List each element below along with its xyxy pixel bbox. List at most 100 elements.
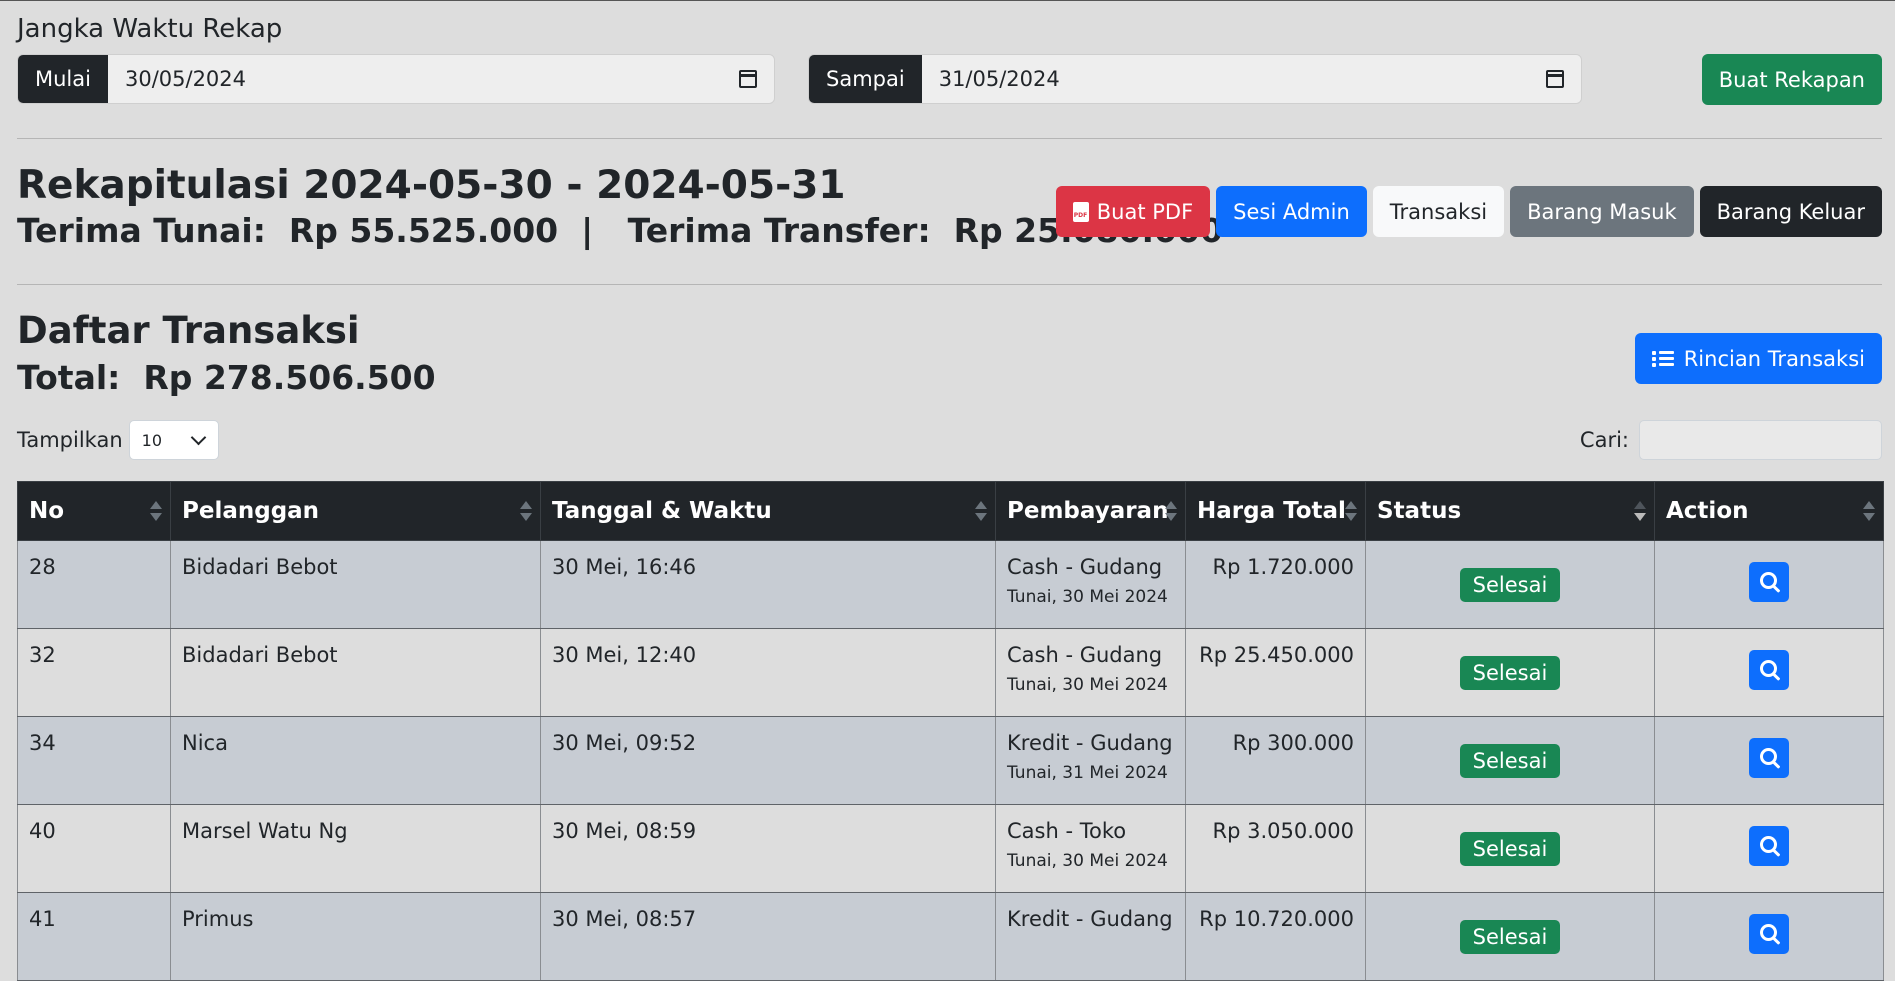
cell-waktu: 30 Mei, 12:40 xyxy=(540,628,996,717)
view-detail-button[interactable] xyxy=(1749,914,1789,954)
cell-waktu: 30 Mei, 08:57 xyxy=(540,892,996,981)
end-date-label: Sampai xyxy=(809,55,922,103)
column-header-status[interactable]: Status xyxy=(1365,481,1655,541)
cell-status: Selesai xyxy=(1365,628,1655,717)
cell-pelanggan: Bidadari Bebot xyxy=(170,540,541,629)
view-detail-button[interactable] xyxy=(1749,562,1789,602)
search-input[interactable] xyxy=(1639,420,1882,460)
rincian-transaksi-button[interactable]: Rincian Transaksi xyxy=(1634,333,1882,384)
page-size-value: 10 xyxy=(141,430,163,450)
end-date-value: 31/05/2024 xyxy=(938,67,1060,91)
column-header-action[interactable]: Action xyxy=(1654,481,1884,541)
cell-harga: Rp 300.000 xyxy=(1185,716,1366,805)
sesi-admin-button[interactable]: Sesi Admin xyxy=(1216,186,1367,237)
cell-status: Selesai xyxy=(1365,892,1655,981)
cell-pelanggan: Nica xyxy=(170,716,541,805)
cell-action xyxy=(1654,892,1884,981)
status-badge: Selesai xyxy=(1459,831,1561,866)
search-icon xyxy=(1760,572,1777,589)
calendar-icon[interactable] xyxy=(739,70,757,88)
start-date-group: Mulai 30/05/2024 xyxy=(17,54,775,104)
cell-waktu: 30 Mei, 09:52 xyxy=(540,716,996,805)
cell-no: 32 xyxy=(17,628,171,717)
cell-pelanggan: Primus xyxy=(170,892,541,981)
cell-pembayaran: Cash - Gudang Tunai, 30 Mei 2024 xyxy=(995,628,1186,717)
start-date-label: Mulai xyxy=(18,55,108,103)
page-size-select[interactable]: 10 xyxy=(128,420,219,460)
column-header-pelanggan[interactable]: Pelanggan xyxy=(170,481,541,541)
table-row: 40 Marsel Watu Ng 30 Mei, 08:59 Cash - T… xyxy=(17,804,1884,893)
end-date-group: Sampai 31/05/2024 xyxy=(808,54,1582,104)
range-title: Jangka Waktu Rekap xyxy=(17,14,283,44)
cell-action xyxy=(1654,804,1884,893)
sort-icon xyxy=(1165,501,1177,521)
cell-waktu: 30 Mei, 16:46 xyxy=(540,540,996,629)
cari-label: Cari: xyxy=(1579,428,1629,452)
rekap-actions: PDF Buat PDF Sesi Admin Transaksi Barang… xyxy=(1055,186,1882,237)
start-date-input[interactable]: 30/05/2024 xyxy=(107,55,774,103)
end-date-input[interactable]: 31/05/2024 xyxy=(921,55,1581,103)
rincian-transaksi-label: Rincian Transaksi xyxy=(1683,346,1865,371)
rekap-summary: Terima Tunai: Rp 55.525.000 | Terima Tra… xyxy=(17,211,1223,250)
column-header-harga[interactable]: Harga Total xyxy=(1185,481,1366,541)
sort-icon xyxy=(150,501,162,521)
cell-pelanggan: Marsel Watu Ng xyxy=(170,804,541,893)
page: Jangka Waktu Rekap Mulai 30/05/2024 Samp… xyxy=(17,1,1884,981)
cell-action xyxy=(1654,540,1884,629)
divider xyxy=(17,138,1882,139)
sort-icon xyxy=(975,501,987,521)
total-amount: Total: Rp 278.506.500 xyxy=(17,358,436,397)
pdf-file-icon: PDF xyxy=(1072,201,1089,222)
sort-icon xyxy=(1345,501,1357,521)
status-badge: Selesai xyxy=(1459,743,1561,778)
cell-pembayaran: Kredit - Gudang Tunai, 31 Mei 2024 xyxy=(995,716,1186,805)
search-icon xyxy=(1760,660,1777,677)
sort-icon xyxy=(1863,501,1875,521)
buat-pdf-button[interactable]: PDF Buat PDF xyxy=(1055,186,1211,237)
view-detail-button[interactable] xyxy=(1749,738,1789,778)
cell-status: Selesai xyxy=(1365,716,1655,805)
sort-desc-icon xyxy=(1634,501,1646,521)
search-control: Cari: xyxy=(1580,420,1882,460)
buat-rekapan-button[interactable]: Buat Rekapan xyxy=(1701,54,1882,105)
transactions-table: No Pelanggan Tanggal & Waktu Pembayaran … xyxy=(17,481,1884,981)
status-badge: Selesai xyxy=(1459,919,1561,954)
status-badge: Selesai xyxy=(1459,567,1561,602)
column-header-pembayaran[interactable]: Pembayaran xyxy=(995,481,1186,541)
cell-harga: Rp 10.720.000 xyxy=(1185,892,1366,981)
date-range-row: Mulai 30/05/2024 Sampai 31/05/2024 Buat … xyxy=(17,54,1882,106)
cell-pembayaran: Cash - Gudang Tunai, 30 Mei 2024 xyxy=(995,540,1186,629)
transaksi-button[interactable]: Transaksi xyxy=(1372,186,1505,237)
table-row: 28 Bidadari Bebot 30 Mei, 16:46 Cash - G… xyxy=(17,540,1884,629)
view-detail-button[interactable] xyxy=(1749,650,1789,690)
list-icon xyxy=(1651,350,1674,367)
table-row: 32 Bidadari Bebot 30 Mei, 12:40 Cash - G… xyxy=(17,628,1884,717)
search-icon xyxy=(1760,836,1777,853)
barang-keluar-button[interactable]: Barang Keluar xyxy=(1699,186,1882,237)
cell-status: Selesai xyxy=(1365,804,1655,893)
column-header-no[interactable]: No xyxy=(17,481,171,541)
divider xyxy=(17,284,1882,285)
table-header-row: No Pelanggan Tanggal & Waktu Pembayaran … xyxy=(17,481,1884,541)
calendar-icon[interactable] xyxy=(1546,70,1564,88)
search-icon xyxy=(1760,924,1777,941)
cell-harga: Rp 3.050.000 xyxy=(1185,804,1366,893)
cell-harga: Rp 25.450.000 xyxy=(1185,628,1366,717)
cell-pembayaran: Kredit - Gudang xyxy=(995,892,1186,981)
cell-action xyxy=(1654,628,1884,717)
column-header-tanggal[interactable]: Tanggal & Waktu xyxy=(540,481,996,541)
page-size-control: Tampilkan 10 xyxy=(17,420,219,460)
sort-icon xyxy=(520,501,532,521)
tampilkan-label: Tampilkan xyxy=(17,428,123,452)
cell-action xyxy=(1654,716,1884,805)
cell-no: 41 xyxy=(17,892,171,981)
rekap-title: Rekapitulasi 2024-05-30 - 2024-05-31 xyxy=(17,163,846,208)
cell-harga: Rp 1.720.000 xyxy=(1185,540,1366,629)
buat-pdf-label: Buat PDF xyxy=(1096,199,1194,224)
barang-masuk-button[interactable]: Barang Masuk xyxy=(1510,186,1694,237)
table-row: 34 Nica 30 Mei, 09:52 Kredit - Gudang Tun… xyxy=(17,716,1884,805)
cell-status: Selesai xyxy=(1365,540,1655,629)
view-detail-button[interactable] xyxy=(1749,826,1789,866)
cell-no: 28 xyxy=(17,540,171,629)
chevron-down-icon xyxy=(190,429,206,446)
